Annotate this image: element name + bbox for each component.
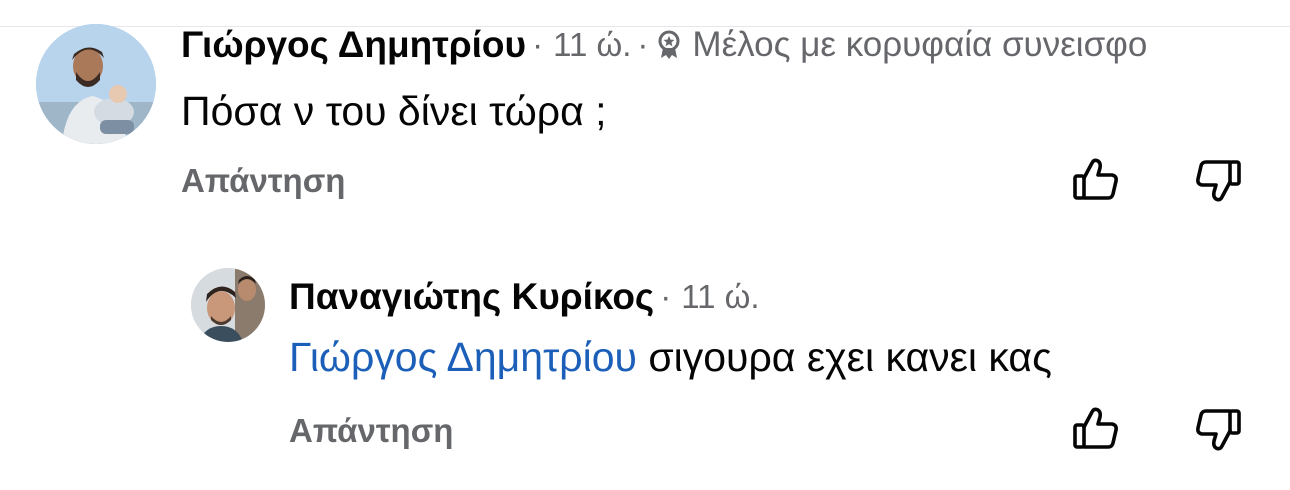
- reply-button[interactable]: Απάντηση: [289, 412, 453, 450]
- reply-time[interactable]: 11 ώ.: [681, 278, 759, 316]
- mention-link[interactable]: Γιώργος Δημητρίου: [289, 334, 637, 380]
- thumbs-down-icon[interactable]: [1193, 155, 1243, 205]
- reply-header: Παναγιώτης Κυρίκος · 11 ώ.: [289, 274, 760, 320]
- reply-button[interactable]: Απάντηση: [181, 162, 345, 200]
- comment-text: Πόσα ν του δίνει τώρα ;: [181, 88, 607, 134]
- separator: ·: [532, 26, 544, 63]
- separator: ·: [660, 278, 672, 315]
- avatar[interactable]: [36, 24, 156, 144]
- comment-time[interactable]: 11 ώ.: [553, 26, 631, 64]
- top-fan-badge-icon: [656, 30, 682, 60]
- thumbs-down-icon[interactable]: [1193, 404, 1243, 454]
- badge-label: Μέλος με κορυφαία συνεισφο: [692, 25, 1148, 64]
- thumbs-up-icon[interactable]: [1071, 155, 1121, 205]
- reply-author[interactable]: Παναγιώτης Κυρίκος: [289, 276, 654, 318]
- thumbs-up-icon[interactable]: [1071, 404, 1121, 454]
- avatar[interactable]: [191, 268, 265, 342]
- reply-body: σιγουρα εχει κανει κας: [636, 334, 1052, 380]
- reply-text: Γιώργος Δημητρίου σιγουρα εχει κανει κας: [289, 334, 1052, 381]
- comment-author[interactable]: Γιώργος Δημητρίου: [181, 24, 526, 66]
- separator: ·: [637, 26, 649, 63]
- comment-header: Γιώργος Δημητρίου · 11 ώ. · Μέλος με κορ…: [181, 22, 1147, 68]
